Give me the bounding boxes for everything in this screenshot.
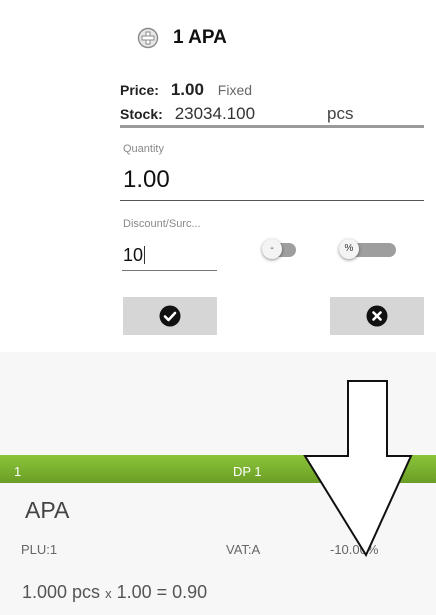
down-arrow-icon — [303, 380, 413, 558]
